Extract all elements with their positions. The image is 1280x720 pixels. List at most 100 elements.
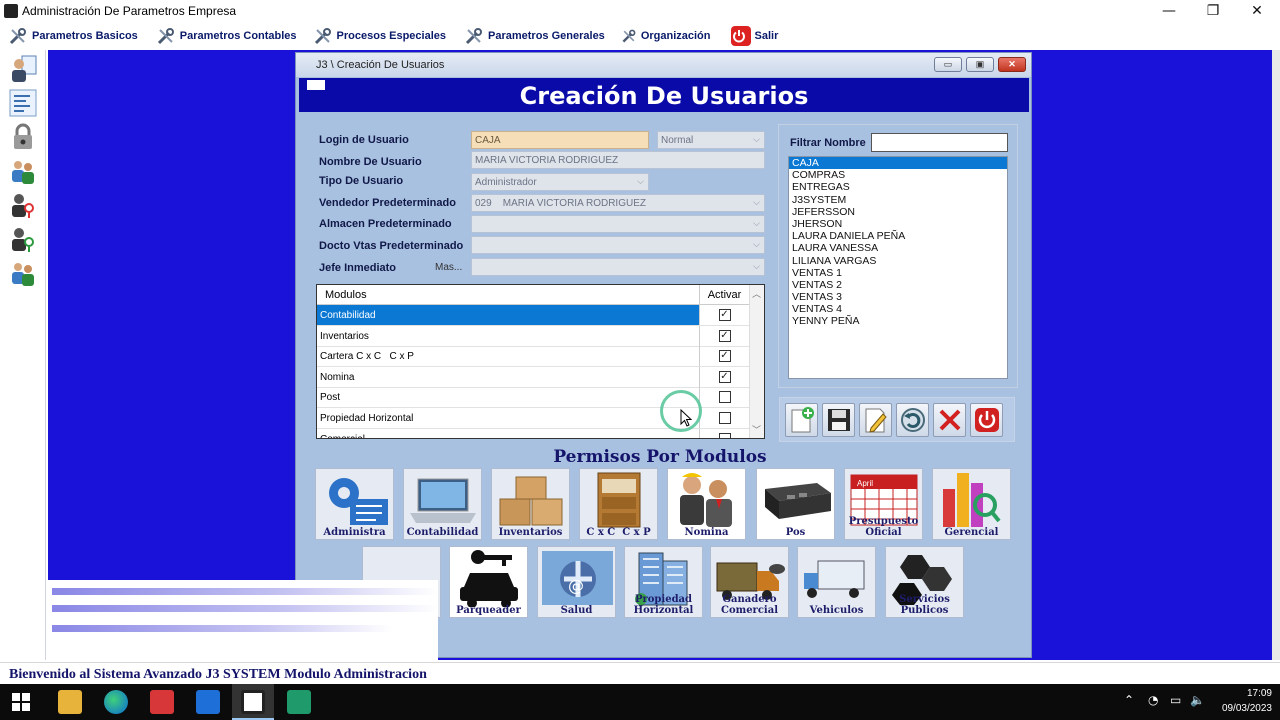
chevron-down-icon: ⌵ (637, 176, 644, 186)
document-list-icon[interactable] (8, 88, 38, 118)
tile-ganadero-comercial[interactable]: Ganadero Comercial (710, 546, 789, 618)
users-team-icon[interactable] (8, 258, 38, 288)
tile-contabilidad[interactable]: Contabilidad (403, 468, 482, 540)
list-item[interactable]: LAURA VANESSA (789, 242, 1007, 254)
exit-button[interactable] (970, 403, 1003, 437)
user-security-icon[interactable] (8, 224, 38, 254)
activar-checkbox[interactable] (718, 433, 731, 438)
list-item[interactable]: VENTAS 4 (789, 303, 1007, 315)
tile-cxc-cxp[interactable]: C x C C x P (579, 468, 658, 540)
minimize-button[interactable]: — (1146, 0, 1192, 22)
save-button[interactable] (822, 403, 855, 437)
people-icon (680, 473, 732, 527)
login-field[interactable]: CAJA (471, 131, 649, 149)
lock-icon[interactable] (8, 122, 38, 152)
tile-servicios-publicos[interactable]: Servicios Publicos (885, 546, 964, 618)
new-document-button[interactable] (785, 403, 818, 437)
menu-procesos-especiales[interactable]: Procesos Especiales (313, 26, 446, 46)
mdi-scrollbar[interactable] (1272, 50, 1280, 660)
action-toolbar (779, 397, 1015, 442)
file-explorer-icon[interactable] (58, 690, 82, 714)
close-button[interactable]: ✕ (1234, 0, 1280, 22)
grid-scrollbar[interactable]: ︿ ﹀ (749, 285, 764, 438)
tile-pos[interactable]: Pos (756, 468, 835, 540)
activar-checkbox[interactable] (718, 412, 731, 424)
table-row[interactable]: Contabilidad ✓ (317, 305, 749, 326)
taskbar-clock[interactable]: 17:09 09/03/2023 (1222, 686, 1272, 716)
chevron-up-icon[interactable]: ︿ (752, 287, 761, 300)
delete-button[interactable] (933, 403, 966, 437)
filter-input[interactable] (871, 133, 1008, 152)
table-row[interactable]: Cartera C x C C x P ✓ (317, 346, 749, 367)
tile-label: Administra (323, 527, 386, 538)
list-item[interactable]: COMPRAS (789, 169, 1007, 181)
tile-label: Vehiculos (809, 605, 864, 616)
tile-administra[interactable]: Administra (315, 468, 394, 540)
undo-button[interactable] (896, 403, 929, 437)
user-key-icon[interactable] (8, 190, 38, 220)
jefe-more-link[interactable]: Mas... (435, 262, 462, 273)
battery-icon[interactable]: ▭ (1170, 693, 1181, 707)
teamviewer-icon[interactable] (196, 690, 220, 714)
tile-inventarios[interactable]: Inventarios (491, 468, 570, 540)
activar-checkbox[interactable] (718, 391, 731, 403)
user-list[interactable]: CAJA COMPRAS ENTREGAS J3SYSTEM JEFERSSON… (788, 156, 1008, 379)
app-shortcut-icon[interactable] (287, 690, 311, 714)
vendedor-select[interactable]: 029 MARIA VICTORIA RODRIGUEZ ⌵ (471, 194, 765, 212)
child-maximize-button[interactable]: ▣ (966, 57, 994, 72)
list-item[interactable]: CAJA (789, 157, 1007, 170)
anydesk-icon[interactable] (150, 690, 174, 714)
filter-label: Filtrar Nombre (790, 137, 866, 149)
wifi-icon[interactable]: ◔ (1148, 693, 1158, 707)
users-group-icon[interactable] (8, 156, 38, 186)
child-minimize-button[interactable]: ▭ (934, 57, 962, 72)
undo-icon (900, 408, 925, 432)
maximize-button[interactable]: ❐ (1190, 0, 1236, 22)
tile-propiedad-horizontal[interactable]: Propiedad Horizontal (624, 546, 703, 618)
menu-salir[interactable]: Salir (730, 26, 778, 46)
edge-browser-icon[interactable] (104, 690, 128, 714)
list-item[interactable]: JHERSON (789, 218, 1007, 230)
list-item[interactable]: LAURA DANIELA PEÑA (789, 230, 1007, 242)
jefe-select[interactable]: ⌵ (471, 258, 765, 276)
tile-gerencial[interactable]: Gerencial (932, 468, 1011, 540)
edit-button[interactable] (859, 403, 892, 437)
menu-parametros-generales[interactable]: Parametros Generales (464, 26, 605, 46)
table-row[interactable]: Nomina ✓ (317, 367, 749, 388)
tile-parqueadero[interactable]: Parqueader (449, 546, 528, 618)
user-profile-icon[interactable] (8, 54, 38, 84)
windows-start-icon[interactable] (12, 693, 30, 711)
child-close-button[interactable]: ✕ (998, 57, 1026, 72)
volume-icon[interactable]: 🔈 (1190, 693, 1205, 707)
activar-checkbox[interactable]: ✓ (718, 309, 731, 321)
menu-organizacion[interactable]: Organización (621, 28, 711, 44)
list-item[interactable]: VENTAS 1 (789, 267, 1007, 279)
list-item[interactable]: ENTREGAS (789, 181, 1007, 193)
list-item[interactable]: VENTAS 2 (789, 279, 1007, 291)
tile-nomina[interactable]: Nomina (667, 468, 746, 540)
activar-checkbox[interactable]: ✓ (718, 330, 731, 342)
list-item[interactable]: LILIANA VARGAS (789, 255, 1007, 267)
tile-salud[interactable]: @ Salud (537, 546, 616, 618)
list-item[interactable]: J3SYSTEM (789, 194, 1007, 206)
menu-parametros-contables[interactable]: Parametros Contables (156, 26, 297, 46)
nombre-field[interactable]: MARIA VICTORIA RODRIGUEZ (471, 151, 765, 169)
menu-parametros-basicos[interactable]: Parametros Basicos (8, 26, 138, 46)
tile-presupuesto[interactable]: April Presupuesto Oficial (844, 468, 923, 540)
table-row[interactable]: Inventarios ✓ (317, 326, 749, 347)
chevron-up-icon[interactable]: ⌃ (1124, 693, 1134, 707)
list-item[interactable]: YENNY PEÑA (789, 315, 1007, 327)
docto-select[interactable]: ⌵ (471, 236, 765, 254)
j3-app-icon[interactable] (241, 690, 265, 714)
activar-checkbox[interactable]: ✓ (718, 371, 731, 383)
almacen-select[interactable]: ⌵ (471, 215, 765, 233)
new-document-icon (791, 407, 814, 433)
login-type-select[interactable]: Normal ⌵ (657, 131, 765, 149)
list-item[interactable]: VENTAS 3 (789, 291, 1007, 303)
tipo-select[interactable]: Administrador ⌵ (471, 173, 649, 191)
chevron-down-icon[interactable]: ﹀ (752, 423, 761, 436)
activar-checkbox[interactable]: ✓ (718, 350, 731, 362)
tile-label: Inventarios (498, 527, 563, 538)
list-item[interactable]: JEFERSSON (789, 206, 1007, 218)
tile-vehiculos[interactable]: Vehiculos (797, 546, 876, 618)
